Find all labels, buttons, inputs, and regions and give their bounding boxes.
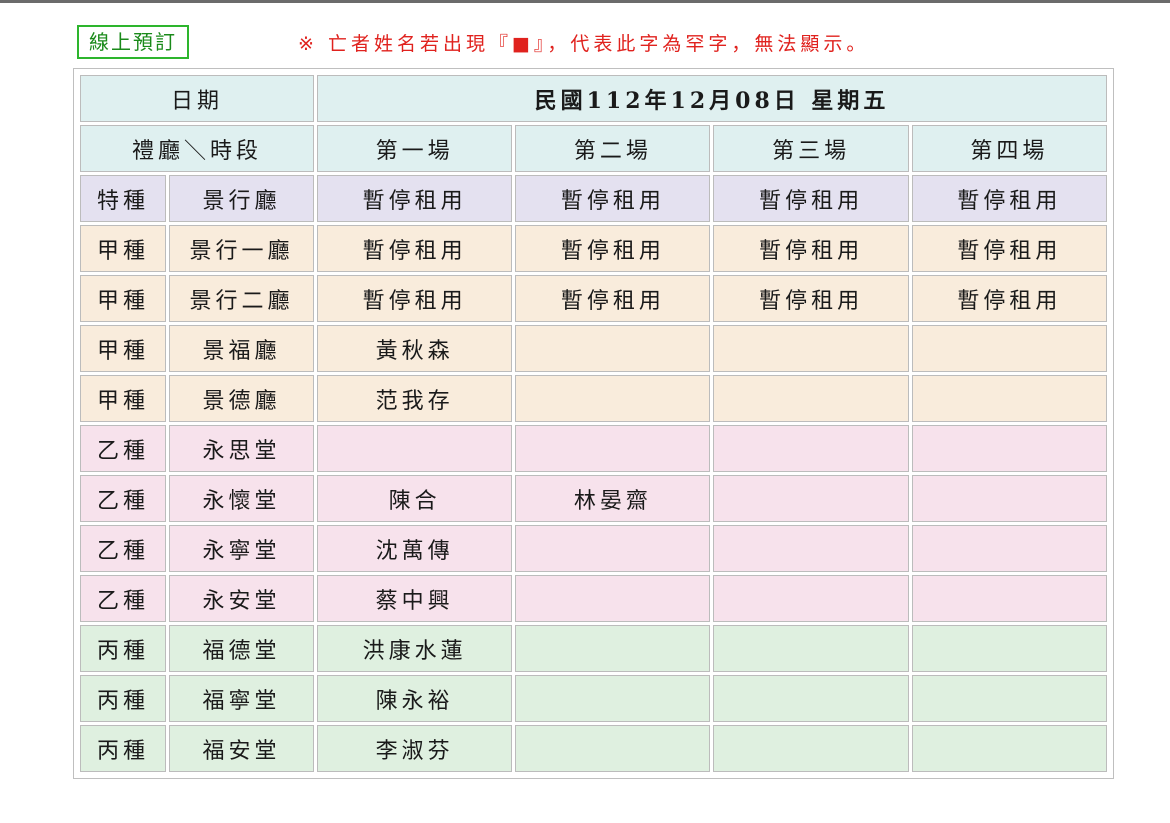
hall-row: 乙種 永安堂 蔡中興	[80, 575, 1107, 622]
slot-cell: 暫停租用	[515, 275, 711, 322]
date-value: 民國112年12月08日 星期五	[317, 75, 1107, 122]
slot-cell	[911, 725, 1107, 772]
hall-row: 甲種 景福廳 黃秋森	[80, 325, 1107, 372]
slot-cell	[713, 525, 909, 572]
hall-name: 景德廳	[169, 375, 315, 422]
top-divider	[0, 0, 1170, 3]
slot-header-4: 第四場	[911, 125, 1107, 172]
hall-row: 乙種 永寧堂 沈萬傳	[80, 525, 1107, 572]
hall-name: 永思堂	[169, 425, 315, 472]
hall-name: 福德堂	[169, 625, 315, 672]
hall-name: 永安堂	[169, 575, 315, 622]
slot-cell: 暫停租用	[713, 175, 909, 222]
hall-row: 丙種 福安堂 李淑芬	[80, 725, 1107, 772]
slot-cell: 暫停租用	[515, 225, 711, 272]
slot-cell	[515, 425, 711, 472]
date-row: 日期 民國112年12月08日 星期五	[80, 75, 1107, 122]
hall-row: 丙種 福德堂 洪康水蓮	[80, 625, 1107, 672]
hall-type: 丙種	[80, 725, 166, 772]
slot-cell	[515, 675, 711, 722]
hall-type: 乙種	[80, 525, 166, 572]
hall-type: 甲種	[80, 275, 166, 322]
slot-cell: 林晏齋	[515, 475, 711, 522]
slot-cell	[515, 725, 711, 772]
hall-type: 甲種	[80, 375, 166, 422]
slot-cell: 范我存	[317, 375, 513, 422]
slot-cell	[515, 375, 711, 422]
rare-character-notice: ※ 亡者姓名若出現『■』，代表此字為罕字，無法顯示。	[298, 33, 870, 55]
date-label: 日期	[80, 75, 315, 122]
slot-cell	[911, 425, 1107, 472]
slot-cell: 暫停租用	[317, 175, 513, 222]
hall-row: 乙種 永懷堂 陳合 林晏齋	[80, 475, 1107, 522]
slot-cell	[911, 625, 1107, 672]
hall-name: 福寧堂	[169, 675, 315, 722]
slot-cell	[911, 325, 1107, 372]
slot-cell: 暫停租用	[911, 225, 1107, 272]
slot-cell	[515, 575, 711, 622]
slot-cell	[911, 575, 1107, 622]
slot-cell: 暫停租用	[713, 275, 909, 322]
slot-cell	[713, 425, 909, 472]
slot-cell	[317, 425, 513, 472]
hall-slot-label: 禮廳＼時段	[80, 125, 315, 172]
slot-cell: 暫停租用	[317, 275, 513, 322]
hall-type: 乙種	[80, 425, 166, 472]
slot-cell	[713, 325, 909, 372]
hall-type: 乙種	[80, 475, 166, 522]
slot-cell	[713, 675, 909, 722]
slot-cell	[713, 375, 909, 422]
hall-name: 景福廳	[169, 325, 315, 372]
hall-type: 甲種	[80, 225, 166, 272]
hall-name: 景行廳	[169, 175, 315, 222]
slot-cell	[713, 625, 909, 672]
hall-name: 永寧堂	[169, 525, 315, 572]
slot-cell: 沈萬傳	[317, 525, 513, 572]
hall-row: 乙種 永思堂	[80, 425, 1107, 472]
hall-name: 景行一廳	[169, 225, 315, 272]
slot-cell	[713, 475, 909, 522]
hall-row: 丙種 福寧堂 陳永裕	[80, 675, 1107, 722]
hall-name: 景行二廳	[169, 275, 315, 322]
hall-type: 甲種	[80, 325, 166, 372]
slot-cell	[515, 325, 711, 372]
slot-cell	[911, 675, 1107, 722]
online-booking-button[interactable]: 線上預訂	[77, 25, 189, 59]
slot-cell: 洪康水蓮	[317, 625, 513, 672]
hall-row: 甲種 景德廳 范我存	[80, 375, 1107, 422]
slot-cell: 陳合	[317, 475, 513, 522]
schedule-table-container: 日期 民國112年12月08日 星期五 禮廳＼時段 第一場 第二場 第三場 第四…	[73, 68, 1114, 779]
slot-cell: 暫停租用	[911, 175, 1107, 222]
slot-cell	[911, 375, 1107, 422]
slot-cell: 蔡中興	[317, 575, 513, 622]
slot-cell	[911, 525, 1107, 572]
hall-schedule-table: 日期 民國112年12月08日 星期五 禮廳＼時段 第一場 第二場 第三場 第四…	[77, 72, 1110, 775]
slot-cell: 暫停租用	[317, 225, 513, 272]
slot-cell	[713, 725, 909, 772]
hall-name: 福安堂	[169, 725, 315, 772]
slot-cell	[515, 625, 711, 672]
slot-cell: 暫停租用	[911, 275, 1107, 322]
slot-cell: 暫停租用	[515, 175, 711, 222]
slot-header-3: 第三場	[713, 125, 909, 172]
slot-cell	[713, 575, 909, 622]
slot-cell: 李淑芬	[317, 725, 513, 772]
slot-cell: 暫停租用	[713, 225, 909, 272]
slot-header-2: 第二場	[515, 125, 711, 172]
slot-cell	[911, 475, 1107, 522]
hall-name: 永懷堂	[169, 475, 315, 522]
hall-type: 丙種	[80, 675, 166, 722]
slot-cell: 黃秋森	[317, 325, 513, 372]
slot-cell	[515, 525, 711, 572]
hall-type: 乙種	[80, 575, 166, 622]
hall-row: 甲種 景行一廳 暫停租用 暫停租用 暫停租用 暫停租用	[80, 225, 1107, 272]
slot-header-row: 禮廳＼時段 第一場 第二場 第三場 第四場	[80, 125, 1107, 172]
hall-row: 特種 景行廳 暫停租用 暫停租用 暫停租用 暫停租用	[80, 175, 1107, 222]
hall-row: 甲種 景行二廳 暫停租用 暫停租用 暫停租用 暫停租用	[80, 275, 1107, 322]
hall-type: 特種	[80, 175, 166, 222]
hall-type: 丙種	[80, 625, 166, 672]
slot-header-1: 第一場	[317, 125, 513, 172]
slot-cell: 陳永裕	[317, 675, 513, 722]
